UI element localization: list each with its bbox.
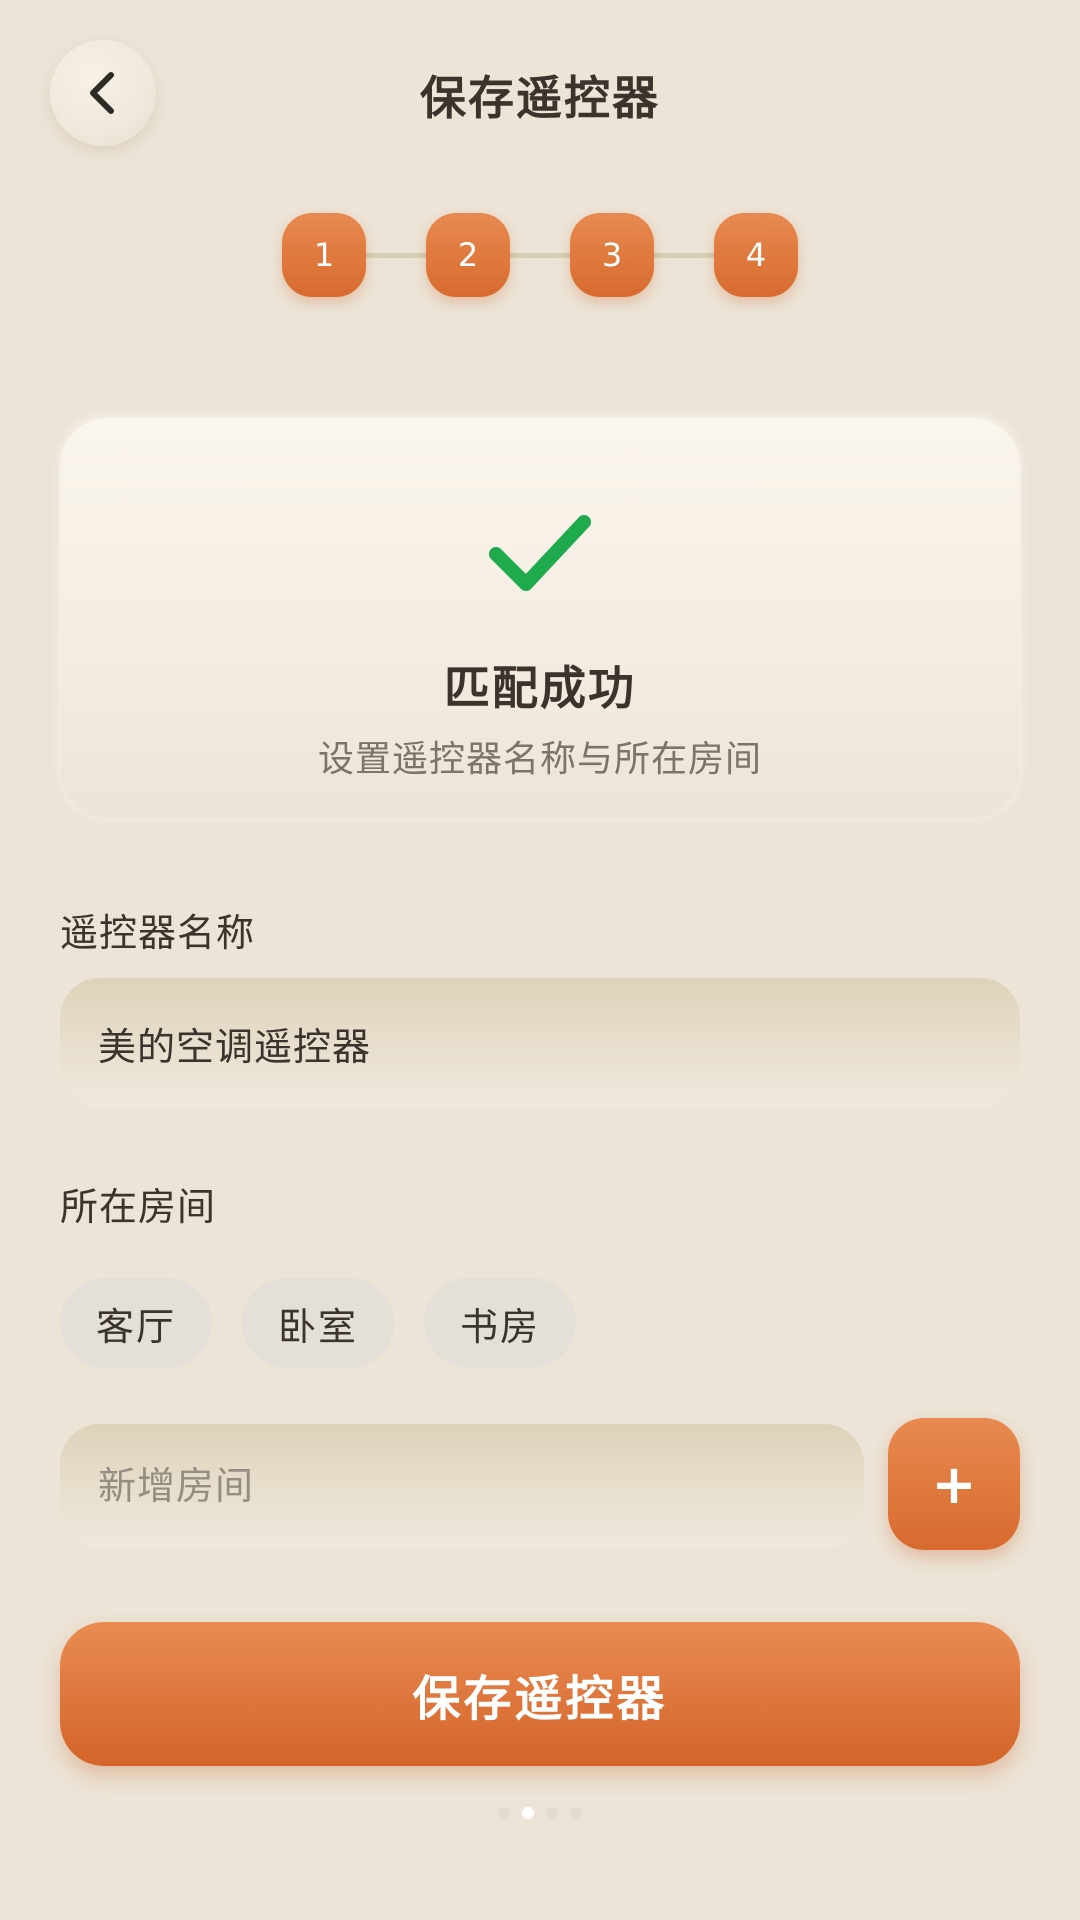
page-dot (498, 1807, 510, 1819)
new-room-field[interactable] (60, 1424, 864, 1548)
success-subtitle: 设置遥控器名称与所在房间 (317, 739, 762, 780)
room-chip-bedroom[interactable]: 卧室 (242, 1278, 394, 1368)
room-chip-living-room[interactable]: 客厅 (60, 1278, 212, 1368)
room-label: 所在房间 (60, 1185, 217, 1229)
step-indicator: 1 2 3 4 (282, 213, 798, 297)
add-room-button[interactable]: + (888, 1418, 1020, 1550)
page-title: 保存遥控器 (420, 71, 660, 125)
step-3: 3 (570, 213, 654, 297)
step-2: 2 (426, 213, 510, 297)
remote-name-input[interactable]: 美的空调遥控器 (60, 978, 1020, 1108)
new-room-input[interactable] (98, 1464, 788, 1508)
remote-name-label: 遥控器名称 (60, 911, 256, 955)
remote-name-value: 美的空调遥控器 (98, 1024, 372, 1069)
page-dot-active (522, 1807, 534, 1819)
step-1: 1 (282, 213, 366, 297)
step-connector (342, 253, 738, 258)
page-dot (546, 1807, 558, 1819)
save-remote-screen: 保存遥控器 1 2 3 4 匹配成功 设置遥控器名称与所在房间 遥控器名称 美的… (0, 0, 1080, 1920)
page-indicator (0, 1807, 1080, 1819)
check-icon (489, 515, 591, 591)
success-title: 匹配成功 (444, 661, 636, 715)
save-remote-button[interactable]: 保存遥控器 (60, 1622, 1020, 1766)
page-dot (570, 1807, 582, 1819)
room-chip-study[interactable]: 书房 (424, 1278, 576, 1368)
step-4: 4 (714, 213, 798, 297)
